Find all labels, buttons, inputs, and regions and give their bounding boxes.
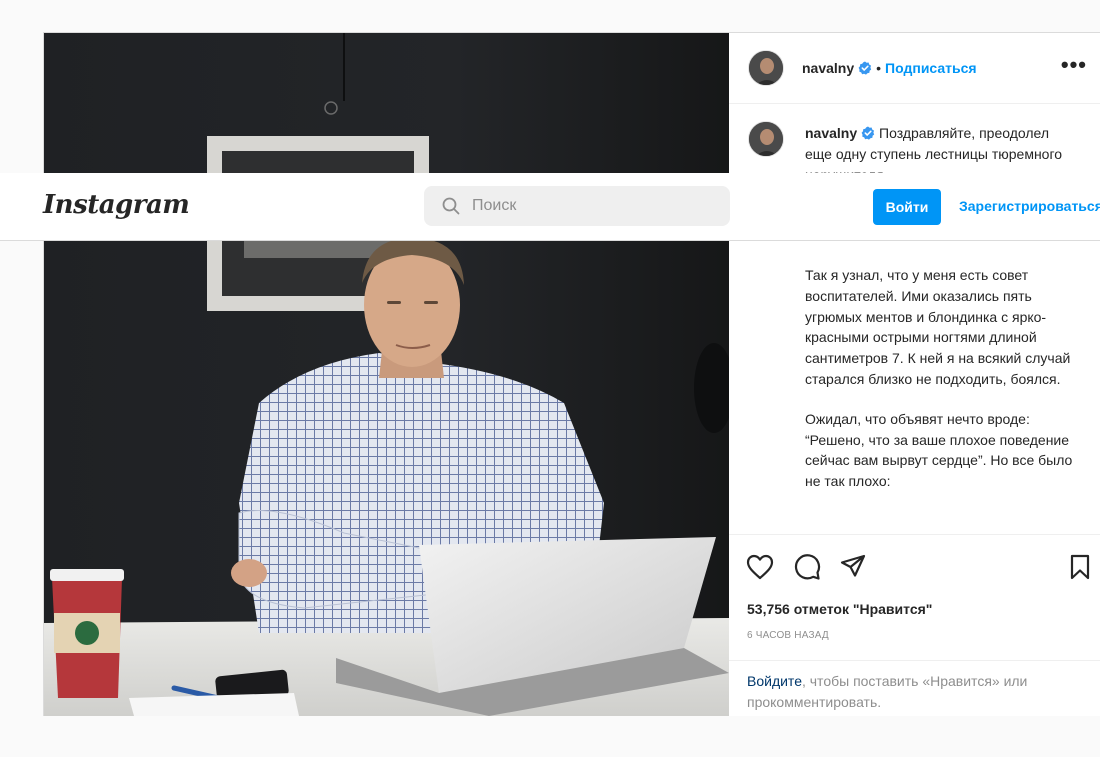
search-box[interactable] [424, 186, 730, 226]
avatar[interactable] [748, 50, 784, 86]
avatar-image [749, 51, 783, 85]
login-prompt-link[interactable]: Войдите [747, 673, 802, 689]
likes-count[interactable]: 53,756 отметок "Нравится" [747, 601, 932, 617]
verified-badge-icon [858, 61, 872, 75]
username[interactable]: navalny [802, 60, 854, 76]
caption-intro-clip: navalny Поздравляйте, преодолел еще одну… [805, 123, 1075, 175]
post-header: navalny • Подписаться ••• [729, 33, 1100, 104]
top-navigation-bar: Instagram Войти Зарегистрироваться [0, 173, 1100, 241]
separator-dot: • [876, 60, 882, 76]
signup-button[interactable]: Зарегистрироваться [959, 198, 1100, 214]
heart-icon[interactable] [746, 554, 774, 580]
post-header-meta: navalny • Подписаться [802, 60, 977, 78]
post-sidebar: navalny • Подписаться ••• navalny Поздра… [729, 33, 1100, 716]
caption-body: Так я узнал, что у меня есть совет воспи… [805, 265, 1085, 511]
more-options-icon[interactable]: ••• [1061, 54, 1087, 76]
follow-button[interactable]: Подписаться [885, 60, 977, 76]
post-card: navalny • Подписаться ••• navalny Поздра… [43, 32, 1100, 716]
post-photo-image [44, 33, 729, 716]
instagram-logo[interactable]: Instagram [43, 190, 190, 220]
bookmark-icon[interactable] [1069, 554, 1091, 580]
verified-badge-icon [861, 126, 875, 140]
search-icon [442, 197, 460, 215]
caption-intro: navalny Поздравляйте, преодолел еще одну… [805, 123, 1075, 175]
login-prompt: Войдите, чтобы поставить «Нравится» или … [729, 660, 1100, 717]
post-photo[interactable] [44, 33, 729, 716]
caption-paragraph: Так я узнал, что у меня есть совет воспи… [805, 267, 1071, 387]
comment-icon[interactable] [793, 553, 821, 581]
search-input[interactable] [472, 186, 712, 226]
caption-paragraph: Ожидал, что объявят нечто вроде: “Решено… [805, 410, 1073, 490]
post-timestamp[interactable]: 6 ЧАСОВ НАЗАД [747, 630, 829, 641]
caption-avatar[interactable] [748, 121, 784, 157]
caption-username[interactable]: navalny [805, 125, 857, 141]
post-actions: 53,756 отметок "Нравится" 6 ЧАСОВ НАЗАД … [729, 534, 1100, 716]
login-button[interactable]: Войти [873, 189, 941, 225]
caption-avatar-image [749, 122, 783, 156]
share-icon[interactable] [839, 553, 867, 581]
